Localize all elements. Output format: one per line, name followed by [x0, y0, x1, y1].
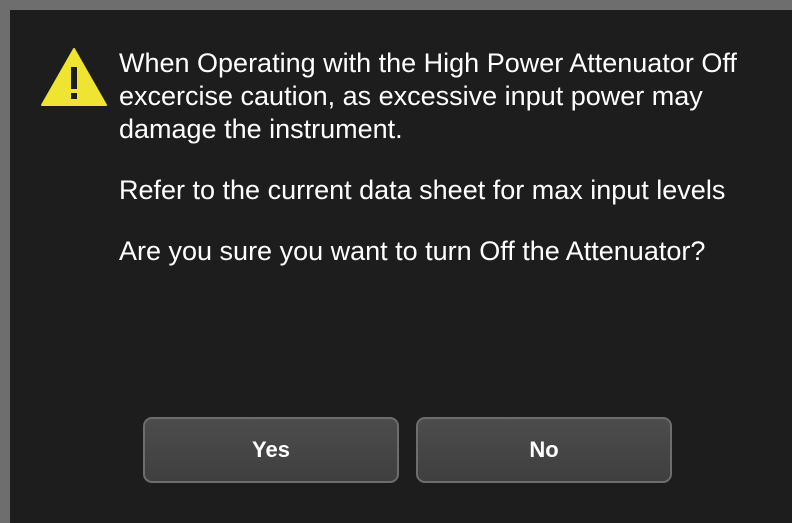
yes-button[interactable]: Yes — [143, 417, 399, 483]
window-frame: When Operating with the High Power Atten… — [0, 0, 792, 523]
datasheet-note: Refer to the current data sheet for max … — [119, 175, 726, 205]
confirm-dialog: When Operating with the High Power Atten… — [10, 10, 792, 523]
no-button[interactable]: No — [416, 417, 672, 483]
warning-text: When Operating with the High Power Atten… — [119, 48, 737, 144]
confirm-question: Are you sure you want to turn Off the At… — [119, 236, 706, 266]
dialog-message: When Operating with the High Power Atten… — [119, 47, 784, 296]
warning-triangle-icon — [41, 48, 107, 106]
